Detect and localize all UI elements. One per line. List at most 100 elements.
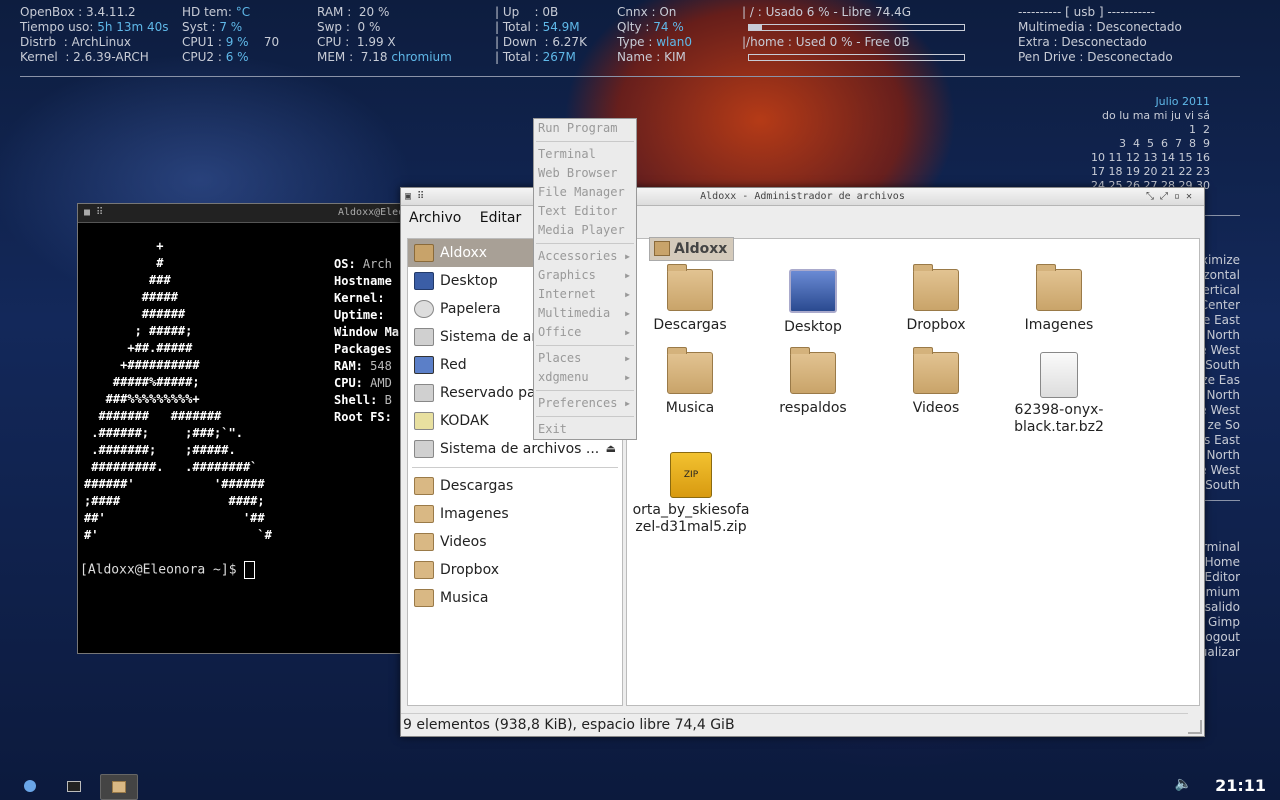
submenu-arrow-icon: ▶ [625, 290, 630, 299]
file-item-videos[interactable]: Videos [881, 347, 991, 417]
bookmark-dropbox[interactable]: Dropbox [408, 556, 622, 584]
conky-cpu-info: HD tem: °C Syst : 7 % CPU1 : 9 % 70 CPU2… [182, 5, 280, 64]
menu-separator [536, 390, 634, 391]
bookmark-descargas[interactable]: Descargas [408, 472, 622, 500]
archlinux-ascii-logo: + # ### ##### ###### ; #####; +##.##### … [84, 239, 272, 542]
window-menu-icon[interactable]: ▣ ⠿ [405, 188, 424, 205]
file-manager-window[interactable]: ▣ ⠿ Aldoxx - Administrador de archivos ⤡… [400, 187, 1205, 737]
terminal-prompt[interactable]: [Aldoxx@Eleonora ~]$ [80, 561, 256, 579]
menu-item-terminal[interactable]: Terminal [534, 145, 636, 164]
file-item-tarball[interactable]: 62398-onyx- black.tar.bz2 [1004, 352, 1114, 436]
folder-icon [414, 477, 434, 495]
file-item-dropbox[interactable]: Dropbox [881, 264, 991, 334]
menu-item-accessories[interactable]: Accessories ▶ [534, 247, 636, 266]
menu-separator [536, 243, 634, 244]
menu-item-internet[interactable]: Internet ▶ [534, 285, 636, 304]
terminal-window[interactable]: ■ ⠿ Aldoxx@Eleonora + # ### ##### ######… [77, 203, 428, 654]
archive-icon [1040, 352, 1078, 398]
file-item-desktop[interactable]: Desktop [758, 269, 868, 336]
zip-icon: ZIP [670, 452, 712, 498]
conky-system-info: OpenBox : 3.4.11.2 Tiempo uso: 5h 13m 40… [20, 5, 169, 64]
conky-usb-info: ---------- [ usb ] ----------- Multimedi… [1018, 5, 1182, 64]
file-item-musica[interactable]: Musica [635, 347, 745, 417]
folder-icon [913, 264, 959, 311]
sysinfo-row: OS: Arch [334, 257, 392, 271]
folder-icon [414, 561, 434, 579]
file-view[interactable]: Descargas Desktop Dropbox Imagenes Music… [626, 238, 1200, 706]
volume-icon[interactable]: 🔈 [1175, 776, 1192, 792]
conky-wifi-info: Cnnx : On Qlty : 74 % Type : wlan0 Name … [617, 5, 692, 64]
menu-separator [536, 416, 634, 417]
file-manager-titlebar[interactable]: ▣ ⠿ Aldoxx - Administrador de archivos ⤡… [401, 188, 1204, 206]
disk-icon [414, 384, 434, 402]
sysinfo-row: Window Ma [334, 325, 400, 339]
sdcard-icon [414, 412, 434, 430]
menu-archivo[interactable]: Archivo [409, 210, 461, 226]
menu-item-file-manager[interactable]: File Manager [534, 183, 636, 202]
sysinfo-row: Packages [334, 342, 392, 356]
bookmark-imagenes[interactable]: Imagenes [408, 500, 622, 528]
home-icon [654, 241, 670, 256]
taskbar-file-manager[interactable] [100, 774, 138, 800]
menu-item-run-program[interactable]: Run Program [534, 119, 636, 138]
menubar: Archivo Editar V [401, 206, 1204, 230]
folder-icon [414, 533, 434, 551]
menu-editar[interactable]: Editar [480, 210, 521, 226]
conky-home-fs: |/home : Used 0 % - Free 0B [742, 35, 910, 49]
folder-icon [790, 347, 836, 394]
openbox-menu: Run Program Terminal Web Browser File Ma… [533, 118, 637, 440]
folder-icon [414, 589, 434, 607]
file-item-zip[interactable]: ZIP orta_by_skiesofa zel-d31mal5.zip [629, 452, 753, 536]
path-button-aldoxx[interactable]: Aldoxx [649, 237, 735, 261]
sysinfo-row: Hostname [334, 274, 392, 288]
home-icon [414, 244, 434, 262]
taskbar-launcher[interactable] [12, 774, 48, 798]
sysinfo-row: Root FS: [334, 410, 400, 424]
monitor-icon [67, 781, 81, 792]
menu-item-xdgmenu[interactable]: xdgmenu ▶ [534, 368, 636, 387]
conky-memory-info: RAM : 20 % Swp : 0 % CPU : 1.99 X MEM : … [317, 5, 452, 64]
folder-icon [414, 505, 434, 523]
status-bar: 9 elementos (938,8 KiB), espacio libre 7… [401, 713, 1188, 736]
window-controls[interactable]: ⤡⤢▫✕ [1146, 188, 1198, 205]
folder-icon [1036, 264, 1082, 311]
folder-icon [112, 781, 126, 793]
submenu-arrow-icon: ▶ [625, 309, 630, 318]
resize-grip[interactable] [1188, 720, 1202, 734]
menu-item-multimedia[interactable]: Multimedia ▶ [534, 304, 636, 323]
network-icon [414, 356, 434, 374]
menu-item-text-editor[interactable]: Text Editor [534, 202, 636, 221]
desktop-icon [414, 272, 434, 290]
menu-item-office[interactable]: Office ▶ [534, 323, 636, 342]
system-info-block: OS: Arch Hostname Kernel: Uptime: Window M… [334, 256, 399, 426]
file-item-respaldos[interactable]: respaldos [758, 347, 868, 417]
folder-icon [913, 347, 959, 394]
submenu-arrow-icon: ▶ [625, 252, 630, 261]
conky-network-info: | Up : 0B | Total : 54.9M | Down : 6.27K… [495, 5, 587, 64]
terminal-cursor [244, 561, 256, 579]
folder-icon [667, 264, 713, 311]
menu-item-preferences[interactable]: Preferences ▶ [534, 394, 636, 413]
taskbar: 🔈 21:11 [0, 772, 1280, 800]
file-item-descargas[interactable]: Descargas [635, 264, 745, 334]
sysinfo-row: Kernel: [334, 291, 392, 305]
submenu-arrow-icon: ▶ [625, 399, 630, 408]
menu-item-places[interactable]: Places ▶ [534, 349, 636, 368]
menu-item-web-browser[interactable]: Web Browser [534, 164, 636, 183]
menu-item-exit[interactable]: Exit [534, 420, 636, 439]
menu-item-graphics[interactable]: Graphics ▶ [534, 266, 636, 285]
trash-icon [414, 300, 434, 318]
sysinfo-row: Uptime: [334, 308, 392, 322]
clock[interactable]: 21:11 [1215, 776, 1266, 795]
calendar-divider [1205, 215, 1240, 216]
sysinfo-row: RAM: 548 [334, 359, 392, 373]
conky-divider [20, 76, 1240, 77]
taskbar-terminal[interactable] [56, 774, 92, 798]
terminal-titlebar[interactable]: ■ ⠿ Aldoxx@Eleonora [78, 204, 428, 223]
bookmark-musica[interactable]: Musica [408, 584, 622, 612]
root-fs-bar [748, 24, 965, 31]
file-item-imagenes[interactable]: Imagenes [1004, 264, 1114, 334]
bookmark-videos[interactable]: Videos [408, 528, 622, 556]
submenu-arrow-icon: ▶ [625, 328, 630, 337]
menu-item-media-player[interactable]: Media Player [534, 221, 636, 240]
